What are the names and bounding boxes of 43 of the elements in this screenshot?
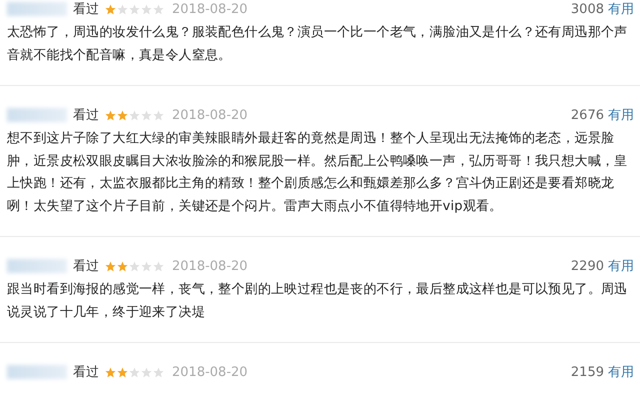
star-icon (141, 110, 152, 120)
star-icon (117, 366, 128, 378)
useful-link[interactable]: 有用 (608, 363, 634, 381)
star-icon (105, 110, 116, 120)
redacted-username (7, 108, 67, 122)
redacted-username (7, 259, 67, 273)
star-icon (153, 110, 164, 120)
star-icon (141, 260, 152, 272)
star-icon (117, 110, 128, 120)
watch-status: 看过 (73, 364, 99, 381)
review-text: 想不到这片子除了大红大绿的审美辣眼睛外最赶客的竟然是周迅！整个人呈现出无法掩饰的老态，远景脸肿，近景皮松双眼皮瞩目大浓妆脸涂的和猴屁股一样。然后配上公鸭嗓唤一声，弘历哥哥！我只想大喊，皇上快跑！还有，太监衣服都比主角的精致！整个剧质感怎么和甄嬛差那么多？宫斗伪正剧还是要看郑晓龙咧！太失望了这个片子目前，关键还是个闷片。雷声大雨点小不值得特地开vip观看。 (7, 130, 628, 216)
star-icon (141, 366, 152, 378)
review-date: 2018-08-20 (172, 2, 248, 16)
vote-count: 2676 (570, 108, 604, 122)
watch-status: 看过 (73, 107, 99, 124)
star-icon (129, 4, 140, 14)
review-text: 跟当时看到海报的感觉一样，丧气，整个剧的上映过程也是丧的不行，最后整成这样也是可以预见了。周迅说灵说了十几年，终于迎来了决堤 (7, 281, 628, 322)
star-icon (117, 4, 128, 14)
vote-count: 2159 (570, 364, 604, 380)
star-icon (129, 110, 140, 120)
star-icon (105, 366, 116, 378)
star-icon (153, 366, 164, 378)
review-date: 2018-08-20 (172, 258, 248, 274)
star-icon (105, 260, 116, 272)
star-icon (105, 4, 116, 14)
useful-link[interactable]: 有用 (608, 257, 634, 275)
star-icon (129, 366, 140, 378)
review-date: 2018-08-20 (172, 364, 248, 380)
star-icon (153, 4, 164, 14)
star-icon (141, 4, 152, 14)
star-icon (129, 260, 140, 272)
useful-link[interactable]: 有用 (608, 0, 634, 18)
redacted-username (7, 365, 67, 379)
review-date: 2018-08-20 (172, 108, 248, 122)
star-icon (153, 260, 164, 272)
vote-count: 2290 (570, 258, 604, 274)
watch-status: 看过 (73, 1, 99, 18)
star-icon (117, 260, 128, 272)
redacted-username (7, 2, 67, 16)
watch-status: 看过 (73, 258, 99, 275)
review-text: 太恐怖了，周迅的妆发什么鬼？服装配色什么鬼？演员一个比一个老气，满脸油又是什么？还有周迅那个声音就不能找个配音嘛，真是令人窒息。 (7, 24, 628, 64)
vote-count: 3008 (570, 2, 604, 16)
useful-link[interactable]: 有用 (608, 106, 634, 124)
